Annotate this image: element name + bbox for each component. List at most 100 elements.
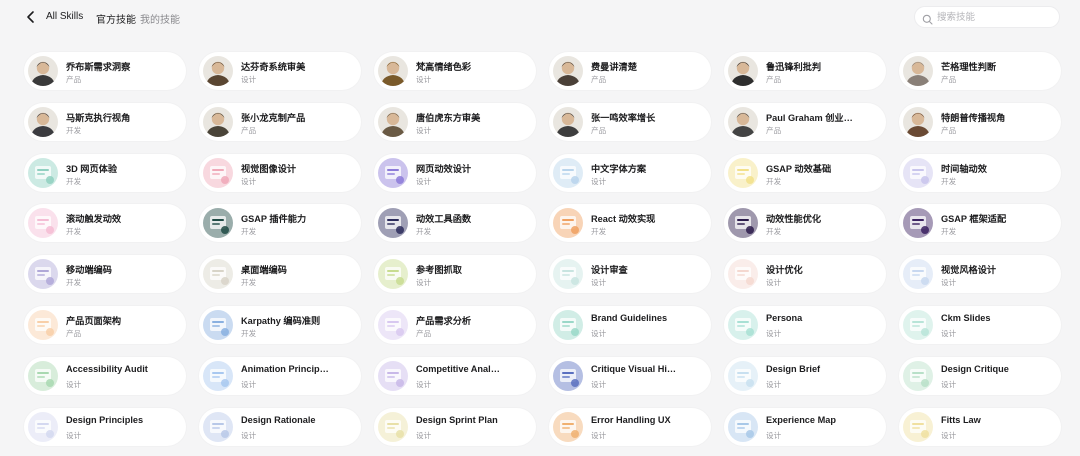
skill-card[interactable]: 桌面端编码 开发 <box>199 255 361 294</box>
skill-card[interactable]: Design Brief 设计 <box>724 356 886 395</box>
skill-card[interactable]: Competitive Anal… 设计 <box>374 356 536 395</box>
skill-card[interactable]: 费曼讲清楚 产品 <box>549 52 711 90</box>
skill-illustration <box>903 259 933 290</box>
skill-name: Ckm Slides <box>941 312 991 323</box>
skill-card[interactable]: GSAP 插件能力 开发 <box>199 204 361 243</box>
skill-name: Accessibility Audit <box>66 363 148 374</box>
skill-card[interactable]: React 动效实现 开发 <box>549 204 711 243</box>
skill-category: 设计 <box>766 430 782 440</box>
skill-illustration <box>28 411 58 442</box>
skill-illustration <box>903 309 933 340</box>
skill-card[interactable]: Error Handling UX 设计 <box>549 407 711 446</box>
skill-name: 达芬奇系统审美 <box>241 62 306 72</box>
skill-card[interactable]: Karpathy 编码准则 开发 <box>199 305 361 344</box>
skill-name: Design Rationale <box>241 414 316 425</box>
tab-official-skills[interactable]: 官方技能 <box>96 11 136 26</box>
skill-illustration <box>28 259 58 290</box>
skill-category: 开发 <box>416 227 432 237</box>
skill-category: 产品 <box>66 328 82 338</box>
skill-card[interactable]: Experience Map 设计 <box>724 407 886 446</box>
skill-card[interactable]: 特朗普传播视角 产品 <box>899 102 1061 141</box>
skill-card[interactable]: 网页动效设计 设计 <box>374 153 536 192</box>
skill-card[interactable]: 视觉图像设计 设计 <box>199 153 361 192</box>
skill-card[interactable]: 乔布斯需求洞察 产品 <box>24 52 186 90</box>
skill-category: 开发 <box>241 278 257 288</box>
skill-card[interactable]: 张一鸣效率增长 产品 <box>549 102 711 141</box>
skill-card[interactable]: 中文字体方案 设计 <box>549 153 711 192</box>
skill-card[interactable]: 视觉风格设计 设计 <box>899 255 1061 294</box>
skill-category: 设计 <box>941 379 957 389</box>
skill-card[interactable]: 产品需求分析 产品 <box>374 305 536 344</box>
skill-card[interactable]: 达芬奇系统审美 设计 <box>199 52 361 90</box>
chevron-left-icon[interactable] <box>24 10 38 24</box>
skill-name: 特朗普传播视角 <box>941 112 1006 123</box>
skill-card[interactable]: 动效性能优化 开发 <box>724 204 886 243</box>
skill-card[interactable]: 移动端编码 开发 <box>24 255 186 294</box>
breadcrumb-all-skills[interactable]: All Skills <box>46 11 83 22</box>
skill-illustration <box>728 360 758 391</box>
portrait-avatar <box>728 56 758 86</box>
search-input[interactable] <box>937 10 1053 24</box>
skill-card[interactable]: 设计优化 设计 <box>724 255 886 294</box>
skill-card[interactable]: Animation Princip… 设计 <box>199 356 361 395</box>
skill-name: 桌面端编码 <box>241 265 287 276</box>
skill-name: Paul Graham 创业… <box>766 112 853 123</box>
skill-category: 开发 <box>241 227 257 237</box>
skill-illustration <box>203 208 233 239</box>
skill-card[interactable]: 梵高情绪色彩 设计 <box>374 52 536 90</box>
skill-card[interactable]: Persona 设计 <box>724 305 886 344</box>
skill-card[interactable]: 滚动触发动效 开发 <box>24 204 186 243</box>
skill-illustration <box>203 411 233 442</box>
skill-card[interactable]: Ckm Slides 设计 <box>899 305 1061 344</box>
portrait-avatar <box>903 106 933 137</box>
skill-grid: 乔布斯需求洞察 产品 达芬奇系统审美 设计 梵高情绪色彩 设计 费曼讲清楚 产品 鲁迅锋利批判产… <box>24 52 1061 446</box>
skill-card[interactable]: Design Critique 设计 <box>899 356 1061 395</box>
skill-card[interactable]: 张小龙克制产品 产品 <box>199 102 361 141</box>
skill-category: 设计 <box>941 278 957 288</box>
tab-my-skills[interactable]: 我的技能 <box>140 11 180 26</box>
skill-name: Persona <box>766 312 803 323</box>
skill-category: 设计 <box>941 328 957 338</box>
skill-category: 开发 <box>941 227 957 237</box>
skill-card[interactable]: Critique Visual Hi… 设计 <box>549 356 711 395</box>
skill-category: 设计 <box>591 430 607 440</box>
skill-card[interactable]: 动效工具函数 开发 <box>374 204 536 243</box>
skill-category: 开发 <box>66 278 82 288</box>
skill-card[interactable]: 产品页面架构 产品 <box>24 305 186 344</box>
skill-card[interactable]: GSAP 动效基础 开发 <box>724 153 886 192</box>
skill-name: 动效工具函数 <box>416 214 472 225</box>
skill-card[interactable]: 参考图抓取 设计 <box>374 255 536 294</box>
skill-card[interactable]: 设计审查 设计 <box>549 255 711 294</box>
skill-card[interactable]: 马斯克执行视角 开发 <box>24 102 186 141</box>
skill-category: 开发 <box>766 227 782 237</box>
skill-card[interactable]: 唐伯虎东方审美 设计 <box>374 102 536 141</box>
skill-card[interactable]: 时间轴动效 开发 <box>899 153 1061 192</box>
skill-card[interactable]: Design Sprint Plan 设计 <box>374 407 536 446</box>
skill-name: Error Handling UX <box>591 414 671 425</box>
skill-card[interactable]: Brand Guidelines 设计 <box>549 305 711 344</box>
skill-card[interactable]: 芒格理性判断 产品 <box>899 52 1061 90</box>
skill-category: 开发 <box>66 227 82 237</box>
skill-card[interactable]: Design Principles 设计 <box>24 407 186 446</box>
skill-category: 设计 <box>416 75 432 84</box>
skill-name: Karpathy 编码准则 <box>241 315 321 326</box>
portrait-avatar <box>553 106 583 137</box>
skill-category: 设计 <box>766 379 782 389</box>
skill-name: 3D 网页体验 <box>66 163 118 174</box>
skill-category: 设计 <box>766 278 782 288</box>
skill-card[interactable]: Fitts Law 设计 <box>899 407 1061 446</box>
skill-card[interactable]: GSAP 框架适配 开发 <box>899 204 1061 243</box>
skill-card[interactable]: Accessibility Audit 设计 <box>24 356 186 395</box>
skill-illustration <box>903 411 933 442</box>
skill-category: 开发 <box>241 328 257 338</box>
skill-card[interactable]: 3D 网页体验 开发 <box>24 153 186 192</box>
skill-name: 视觉风格设计 <box>941 265 997 276</box>
skill-illustration <box>203 309 233 340</box>
skill-card[interactable]: Paul Graham 创业… 产品 <box>724 102 886 141</box>
skill-illustration <box>28 157 58 188</box>
skill-category: 设计 <box>941 430 957 440</box>
skill-card[interactable]: Design Rationale 设计 <box>199 407 361 446</box>
skill-card[interactable]: 鲁迅锋利批判 产品 <box>724 52 886 90</box>
portrait-avatar <box>553 56 583 86</box>
skill-category: 产品 <box>766 75 782 84</box>
